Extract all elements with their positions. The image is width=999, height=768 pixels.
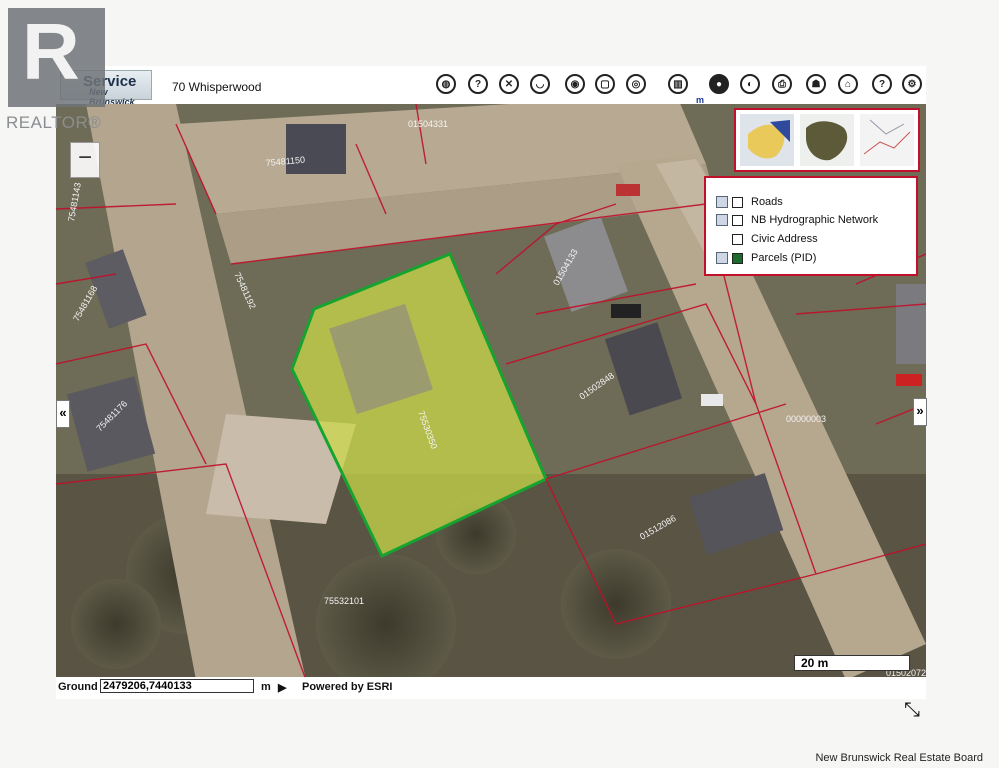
- clear-tool-icon[interactable]: ✕: [499, 74, 519, 94]
- parcel-id-label: 01504331: [408, 119, 448, 129]
- identify-tool-icon[interactable]: ?: [468, 74, 488, 94]
- overview-map-local[interactable]: [860, 114, 914, 166]
- globe-tool-icon[interactable]: ◍: [436, 74, 456, 94]
- locate-tool-icon[interactable]: ◉: [565, 74, 585, 94]
- overview-map-province[interactable]: [740, 114, 794, 166]
- pan-left-button[interactable]: «: [56, 400, 70, 428]
- realtor-logo-text: REALTOR®: [6, 113, 102, 132]
- pan-right-button[interactable]: »: [913, 398, 927, 426]
- go-coordinates-button[interactable]: ▶: [278, 681, 286, 694]
- layer-visibility-icon[interactable]: [716, 214, 728, 226]
- settings-tool-icon[interactable]: ⚙: [902, 74, 922, 94]
- help-tool-icon[interactable]: ?: [872, 74, 892, 94]
- record-tool-icon[interactable]: ●: [709, 74, 729, 94]
- scale-bar: 20 m: [794, 655, 910, 671]
- layer-checkbox[interactable]: [732, 252, 743, 264]
- parcel-id-label: 00000003: [786, 414, 826, 424]
- user-tool-icon[interactable]: ☗: [806, 74, 826, 94]
- print-tool-icon[interactable]: ⎙: [772, 74, 792, 94]
- legend-item-label: Civic Address: [751, 233, 818, 245]
- parcel-id-label: 75532101: [324, 596, 364, 606]
- zoom-out-button[interactable]: −: [70, 142, 100, 178]
- overview-thumbnails: [734, 108, 920, 172]
- layers-tool-icon[interactable]: ▥: [668, 74, 688, 94]
- legend-item[interactable]: NB Hydrographic Network: [732, 212, 878, 228]
- view-tool-icon[interactable]: ◎: [626, 74, 646, 94]
- legend-item[interactable]: Parcels (PID): [732, 250, 816, 266]
- realtor-logo-letter: R: [22, 7, 80, 96]
- layer-checkbox[interactable]: [732, 196, 743, 208]
- board-watermark: New Brunswick Real Estate Board: [815, 752, 983, 764]
- legend-item-label: Roads: [751, 196, 783, 208]
- layer-visibility-icon[interactable]: [716, 196, 728, 208]
- layer-checkbox[interactable]: [732, 233, 743, 245]
- legend-item[interactable]: Civic Address: [732, 231, 818, 247]
- resize-handle-icon[interactable]: ⤡: [898, 698, 926, 722]
- measure-tool-icon[interactable]: ◡: [530, 74, 550, 94]
- powered-by-esri: Powered by ESRI: [302, 681, 393, 693]
- status-bar: Ground m ▶ Powered by ESRI: [56, 677, 926, 699]
- ground-label: Ground: [58, 681, 98, 693]
- ground-coordinates-input[interactable]: [100, 679, 254, 693]
- extent-tool-icon[interactable]: ▢: [595, 74, 615, 94]
- legend-item-label: NB Hydrographic Network: [751, 214, 879, 226]
- home-tool-icon[interactable]: ⌂: [838, 74, 858, 94]
- layer-legend: Roads NB Hydrographic Network Civic Addres…: [704, 176, 918, 276]
- ground-unit: m: [261, 681, 271, 693]
- overview-map-region[interactable]: [800, 114, 854, 166]
- legend-item-label: Parcels (PID): [751, 252, 817, 264]
- legend-item[interactable]: Roads: [732, 194, 783, 210]
- layer-checkbox[interactable]: [732, 214, 743, 226]
- page-title: 70 Whisperwood: [172, 80, 262, 94]
- eye-tool-icon[interactable]: ◐: [740, 74, 760, 94]
- layer-visibility-icon[interactable]: [716, 252, 728, 264]
